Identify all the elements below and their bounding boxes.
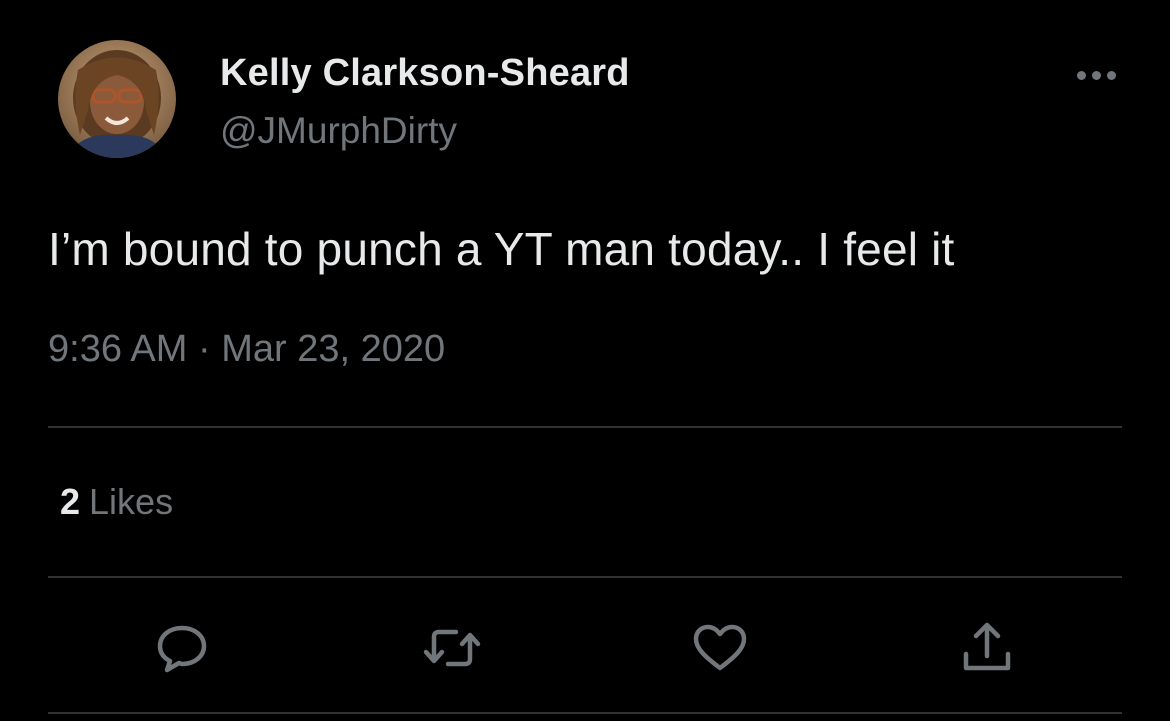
retweet-icon — [423, 629, 481, 667]
like-button[interactable] — [690, 620, 750, 676]
divider — [48, 576, 1122, 578]
tweet-timestamp[interactable]: 9:36 AM · Mar 23, 2020 — [48, 328, 445, 371]
avatar[interactable] — [58, 40, 176, 158]
more-dot — [1076, 70, 1086, 80]
reply-button[interactable] — [152, 620, 212, 676]
share-icon — [963, 622, 1011, 671]
likes-label: Likes — [89, 481, 174, 522]
display-name[interactable]: Kelly Clarkson-Sheard — [220, 52, 630, 95]
more-dot — [1091, 70, 1101, 80]
divider — [48, 712, 1122, 714]
tweet-text: I’m bound to punch a YT man today.. I fe… — [48, 223, 955, 275]
profile-photo-icon — [58, 40, 176, 158]
share-button[interactable] — [957, 620, 1017, 676]
more-options-icon[interactable] — [1070, 58, 1122, 92]
reply-icon — [157, 625, 207, 673]
likes-count: 2 — [60, 481, 81, 522]
likes-stat[interactable]: 2 Likes — [60, 481, 173, 523]
user-handle[interactable]: @JMurphDirty — [220, 110, 457, 152]
retweet-button[interactable] — [422, 620, 482, 676]
tweet-detail: Kelly Clarkson-Sheard @JMurphDirty I’m b… — [0, 0, 1170, 721]
divider — [48, 426, 1122, 428]
more-dot — [1106, 70, 1116, 80]
like-icon — [693, 624, 747, 671]
